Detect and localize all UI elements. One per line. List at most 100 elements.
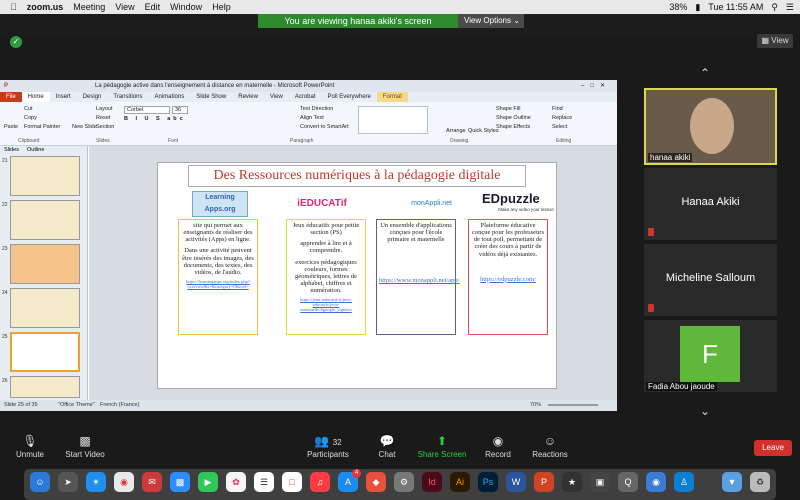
word-icon[interactable]: W [506,472,526,492]
participant-tile-hanaa-akiki[interactable]: Hanaa Akiki [644,168,777,240]
slide-thumbnail[interactable] [10,200,80,240]
layout-button[interactable]: Layout [96,106,113,112]
view-options-button[interactable]: View Options ⌄ [458,14,524,28]
shared-powerpoint-window[interactable]: P La pédagogie active dans l'enseignemen… [0,80,617,411]
finder-icon[interactable]: ☺ [30,472,50,492]
powerpoint-icon[interactable]: P [4,80,8,92]
resource-link[interactable]: https://learningapps.org/index.php?overv… [181,279,255,290]
section-button[interactable]: Section [96,124,114,130]
status-zoom[interactable]: 70% [530,400,541,411]
start-video-button[interactable]: ▩ Start Video [60,434,110,459]
tab-design[interactable]: Design [77,92,108,102]
quick-styles-button[interactable]: Quick Styles [468,128,499,134]
tab-home[interactable]: Home [21,92,50,102]
notes-icon[interactable]: ☰ [254,472,274,492]
new-slide-button[interactable]: New Slide [72,124,97,130]
view-button[interactable]: ▦ View [757,34,793,48]
tab-insert[interactable]: Insert [50,92,77,102]
copy-button[interactable]: Copy [24,115,37,121]
resource-link[interactable]: https://www.monappli.net/app/ [379,277,459,284]
chat-button[interactable]: 💬 Chat [372,434,402,459]
window-controls-icon[interactable]: –□✕ [581,80,611,92]
battery-icon[interactable]: ▮ [695,2,700,13]
menu-window[interactable]: Window [170,2,202,12]
slide-thumbnail[interactable] [10,156,80,196]
tab-acrobat[interactable]: Acrobat [289,92,322,102]
slide-thumbnail[interactable] [10,376,80,398]
apple-icon[interactable]:  [10,2,17,12]
slide-title[interactable]: Des Ressources numériques à la pédagogie… [188,165,526,187]
illustrator-icon[interactable]: Ai [450,472,470,492]
reset-button[interactable]: Reset [96,115,110,121]
clock[interactable]: Tue 11:55 AM [708,2,763,12]
mail-icon[interactable]: ✉ [142,472,162,492]
menu-app-zoom[interactable]: zoom.us [27,2,64,12]
font-size-select[interactable]: 36 [172,106,188,114]
resource-link[interactable]: https://jeux.ieducatif.fr/jeux-educatifs… [289,297,363,313]
search-icon[interactable]: ⚲ [771,2,778,13]
cut-button[interactable]: Cut [24,106,33,112]
status-language[interactable]: French (France) [100,400,139,411]
photoshop-icon[interactable]: Ps [478,472,498,492]
participant-video-hanaa-akiki[interactable]: hanaa akiki [644,88,777,165]
reactions-button[interactable]: ☺ Reactions [530,434,570,459]
tab-file[interactable]: File [0,92,22,102]
participant-tile-fadia-abou-jaoude[interactable]: F Fadia Abou jaoude [644,320,777,392]
tab-slide-show[interactable]: Slide Show [190,92,232,102]
arrange-button[interactable]: Arrange [446,128,466,134]
tab-slides[interactable]: Slides [0,146,23,154]
trash-icon[interactable]: ♻ [750,472,770,492]
font-format-buttons-icon[interactable]: B I U S abc [124,116,186,122]
system-preferences-icon[interactable]: ⚙ [394,472,414,492]
select-button[interactable]: Select [552,124,567,130]
tab-review[interactable]: Review [232,92,264,102]
paste-button[interactable]: Paste [4,124,18,130]
app-icon-2[interactable]: ◉ [646,472,666,492]
menu-help[interactable]: Help [212,2,231,12]
slide-thumbnail-selected[interactable] [10,332,80,372]
tab-format[interactable]: Format [376,92,408,102]
facetime-icon[interactable]: ▶ [198,472,218,492]
zoom-slider[interactable] [548,404,598,406]
menu-meeting[interactable]: Meeting [73,2,105,12]
indesign-icon[interactable]: Id [422,472,442,492]
shape-fill-button[interactable]: Shape Fill [496,106,520,112]
record-button[interactable]: ◉ Record [482,434,514,459]
tab-outline[interactable]: Outline [23,146,48,154]
safari-icon[interactable]: ✴ [86,472,106,492]
slide-thumbnail[interactable] [10,288,80,328]
current-slide[interactable]: Des Ressources numériques à la pédagogie… [157,162,557,389]
menu-view[interactable]: View [115,2,134,12]
photos-icon[interactable]: ✿ [226,472,246,492]
quicktime-icon[interactable]: Q [618,472,638,492]
font-name-select[interactable]: Corbel [124,106,170,114]
leave-button[interactable]: Leave [754,440,792,456]
app-icon[interactable]: ★ [562,472,582,492]
anydesk-icon[interactable]: ◆ [366,472,386,492]
shapes-gallery[interactable] [358,106,428,134]
calendar-icon[interactable]: □ [282,472,302,492]
tab-animations[interactable]: Animations [149,92,191,102]
replace-button[interactable]: Replace [552,115,572,121]
share-screen-button[interactable]: ⬆ Share Screen [416,434,468,459]
powerpoint-dock-icon[interactable]: P [534,472,554,492]
convert-smartart-button[interactable]: Convert to SmartArt [300,124,349,130]
shape-effects-button[interactable]: Shape Effects [496,124,530,130]
chevron-down-icon[interactable]: ⌄ [700,404,710,418]
resource-link[interactable]: https://edpuzzle.com/ [471,276,545,283]
format-painter-button[interactable]: Format Painter [24,124,60,130]
text-direction-button[interactable]: Text Direction [300,106,333,112]
chevron-up-icon[interactable]: ⌃ [700,66,710,80]
security-shield-icon[interactable]: ✓ [10,36,22,48]
tab-poll-everywhere[interactable]: Poll Everywhere [322,92,377,102]
menu-edit[interactable]: Edit [145,2,161,12]
participants-button[interactable]: 👥 32 Participants [302,434,354,459]
participant-tile-micheline-salloum[interactable]: Micheline Salloum [644,244,777,316]
find-button[interactable]: Find [552,106,563,112]
tab-transitions[interactable]: Transitions [107,92,148,102]
music-icon[interactable]: ♫ [310,472,330,492]
downloads-folder-icon[interactable]: ▼ [722,472,742,492]
zoom-icon[interactable]: ▩ [170,472,190,492]
launchpad-icon[interactable]: ➤ [58,472,78,492]
slide-thumbnail[interactable] [10,244,80,284]
